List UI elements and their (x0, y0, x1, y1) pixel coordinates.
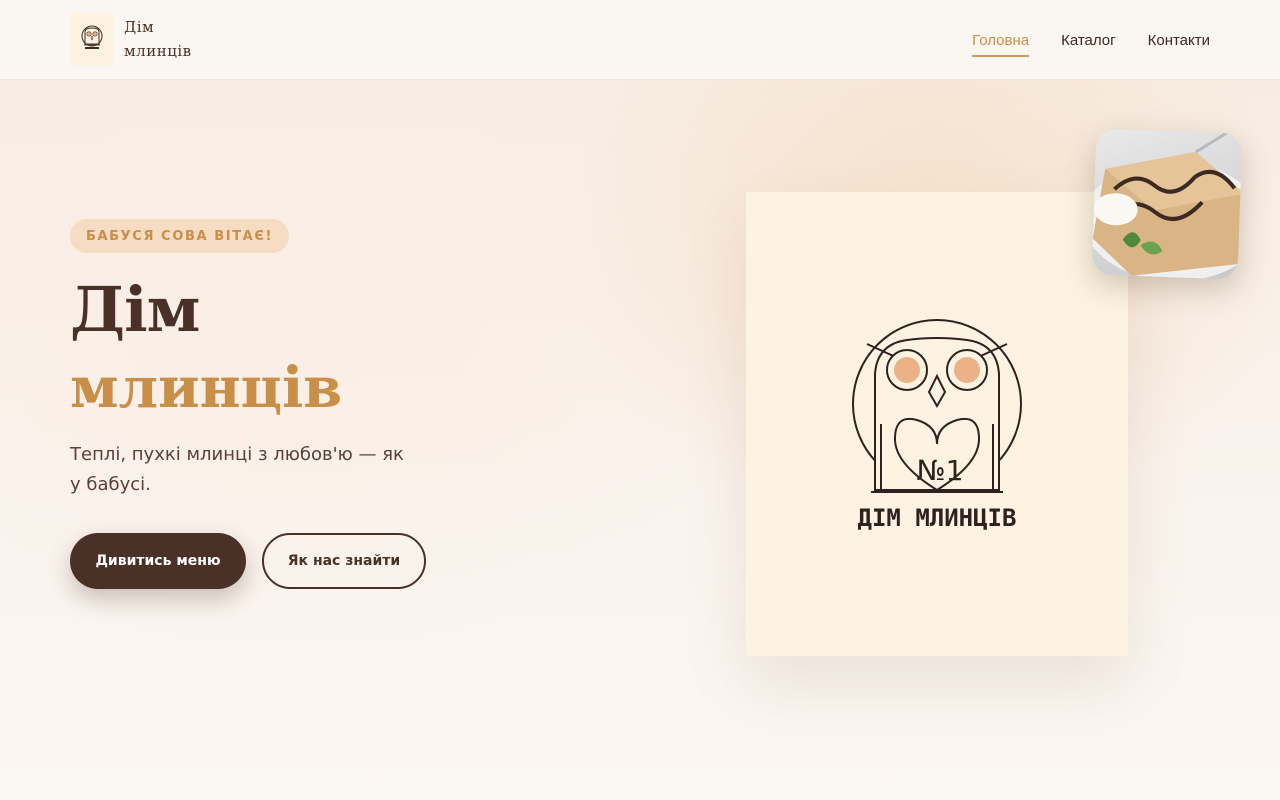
site-header: Дім млинців Головна Каталог Контакти (0, 0, 1280, 80)
brand-name-line1: Дім (124, 18, 155, 36)
hero-title-line2: млинців (70, 355, 343, 421)
brand[interactable]: Дім млинців (70, 13, 192, 65)
logo-caption: ДІМ МЛИНЦІВ (858, 504, 1017, 532)
nav-home[interactable]: Головна (972, 24, 1030, 57)
pancake-photo (1091, 128, 1243, 280)
owl-logo-icon (70, 13, 114, 65)
nav-catalog[interactable]: Каталог (1061, 24, 1116, 57)
nav-contacts[interactable]: Контакти (1148, 24, 1210, 57)
logo-number: №1 (917, 454, 964, 487)
owl-logo-icon: №1 ДІМ МЛИНЦІВ (852, 319, 1022, 532)
hero-subtitle: Теплі, пухкі млинці з любов'ю — як у баб… (70, 444, 404, 495)
hero-title-line1: Дім (70, 273, 201, 346)
main-nav: Головна Каталог Контакти (972, 0, 1210, 80)
view-menu-button[interactable]: Дивитись меню (70, 533, 246, 589)
brand-name-line2: млинців (124, 42, 192, 60)
logo-card: №1 ДІМ МЛИНЦІВ (746, 192, 1128, 656)
welcome-badge: БАБУСЯ СОВА ВІТАЄ! (70, 219, 290, 253)
find-us-button[interactable]: Як нас знайти (262, 533, 426, 589)
